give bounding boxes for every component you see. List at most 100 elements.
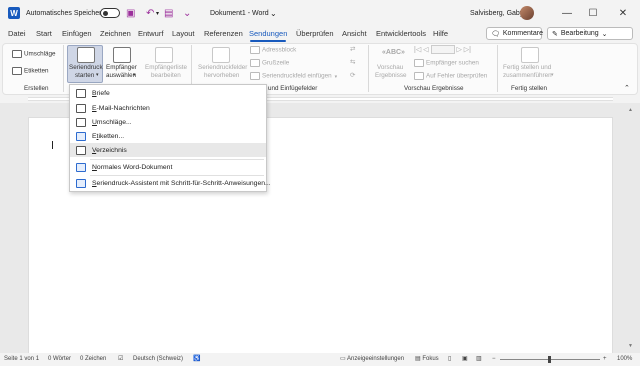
finish-merge-label-1[interactable]: Fertig stellen und (503, 64, 551, 71)
editing-mode-button[interactable]: ✎ Bearbeitung ⌄ (547, 27, 633, 40)
maximize-icon[interactable]: ☐ (580, 0, 606, 26)
group-vorschau: Vorschau Ergebnisse (404, 85, 464, 92)
envelopes-label: Umschläge (24, 50, 56, 58)
user-name[interactable]: Salvisberg, Gaby (470, 0, 523, 26)
tab-ueberpruefen[interactable]: Überprüfen (296, 26, 334, 42)
ribbon-tabs: Datei Start Einfügen Zeichnen Entwurf La… (0, 26, 640, 42)
address-block-icon (250, 46, 260, 54)
labels-button[interactable]: Etiketten (12, 67, 49, 75)
collapse-ribbon-icon[interactable]: ⌃ (624, 84, 630, 92)
avatar[interactable] (520, 0, 534, 26)
zoom-in-icon[interactable]: + (603, 353, 607, 366)
tab-datei[interactable]: Datei (8, 26, 26, 42)
comments-button[interactable]: 🗨 Kommentare (486, 27, 543, 40)
menu-item-umschlaege[interactable]: Umschläge... (70, 115, 266, 129)
menu-item-label: Normales Word-Dokument (92, 163, 173, 171)
select-recipients-icon (113, 47, 131, 63)
web-layout-icon[interactable]: ▥ (476, 353, 482, 366)
title-dropdown-icon[interactable]: ⌄ (270, 0, 277, 26)
previous-record-icon[interactable]: ◁ (423, 46, 428, 53)
title-bar: W Automatisches Speichern ▣ ↶ ▾ ▤ ⌄ Doku… (0, 0, 640, 26)
vertical-scrollbar[interactable]: ▲ ▼ (624, 103, 636, 353)
page-count[interactable]: Seite 1 von 1 (4, 353, 39, 366)
check-errors-button[interactable]: Auf Fehler überprüfen (414, 72, 487, 80)
chevron-down-icon: ▾ (96, 72, 99, 78)
char-count[interactable]: 0 Zeichen (80, 353, 106, 366)
update-labels-icon[interactable]: ⟳ (350, 72, 355, 79)
record-number-input[interactable] (430, 45, 455, 54)
language[interactable]: Deutsch (Schweiz) (133, 353, 183, 366)
save-icon[interactable]: ▣ (126, 0, 135, 26)
chevron-down-icon: ▾ (334, 73, 338, 80)
select-recipients-label-2[interactable]: auswählen (106, 72, 136, 79)
undo-dropdown-icon[interactable]: ▾ (156, 0, 159, 26)
mail-merge-icon (77, 47, 95, 63)
minimize-icon[interactable]: — (554, 0, 580, 26)
envelopes-button[interactable]: Umschläge (12, 50, 56, 58)
last-record-icon[interactable]: ▷| (464, 46, 471, 53)
greeting-line-label: Grußzeile (262, 59, 290, 67)
greeting-line-button[interactable]: Grußzeile (250, 59, 289, 67)
tab-layout[interactable]: Layout (172, 26, 195, 42)
menu-item-briefe[interactable]: Briefe (70, 86, 266, 100)
zoom-slider-thumb[interactable] (548, 356, 551, 363)
menu-item-wizard[interactable]: Seriendruck-Assistent mit Schritt-für-Sc… (70, 176, 271, 190)
group-fertigstellen: Fertig stellen (511, 85, 548, 92)
tab-hilfe[interactable]: Hilfe (433, 26, 448, 42)
chevron-down-icon: ▾ (551, 72, 554, 78)
edit-recipient-list-label-1[interactable]: Empfängerliste (145, 64, 187, 71)
next-record-icon[interactable]: ▷ (456, 46, 461, 53)
highlight-merge-fields-label-1[interactable]: Seriendruckfelder (198, 64, 247, 71)
rules-icon[interactable]: ⇄ (350, 46, 355, 53)
address-block-button[interactable]: Adressblock (250, 46, 296, 54)
read-mode-icon[interactable]: ▯ (448, 353, 451, 366)
focus-button[interactable]: ▤ Fokus (415, 353, 439, 366)
insert-merge-field-button[interactable]: Seriendruckfeld einfügen ▾ (250, 72, 337, 80)
menu-item-normal-document[interactable]: Normales Word-Dokument (70, 160, 266, 174)
print-layout-icon[interactable]: ▣ (462, 353, 468, 366)
find-recipient-label: Empfänger suchen (426, 59, 479, 67)
display-settings-icon: ▭ (340, 356, 346, 362)
proofing-icon[interactable]: ☑ (118, 353, 123, 366)
tab-entwurf[interactable]: Entwurf (138, 26, 163, 42)
edit-recipient-list-label-2[interactable]: bearbeiten (151, 72, 181, 79)
preview-results-label-2[interactable]: Ergebnisse (375, 72, 407, 79)
save-as-icon[interactable]: ▤ (164, 0, 173, 26)
customize-toolbar-icon[interactable]: ⌄ (183, 0, 191, 26)
display-settings-button[interactable]: ▭ Anzeigeeinstellungen (340, 353, 404, 366)
autosave-toggle[interactable] (100, 0, 120, 26)
tab-start[interactable]: Start (36, 26, 52, 42)
first-record-icon[interactable]: |◁ (414, 46, 421, 53)
document-title: Dokument1 (210, 9, 246, 17)
finish-merge-label-2[interactable]: zusammenführen (503, 72, 552, 79)
word-count[interactable]: 0 Wörter (48, 353, 71, 366)
find-recipient-button[interactable]: Empfänger suchen (414, 59, 479, 67)
close-icon[interactable]: ✕ (610, 0, 636, 26)
zoom-slider[interactable] (500, 353, 600, 366)
undo-icon[interactable]: ↶ (146, 0, 154, 26)
tab-referenzen[interactable]: Referenzen (204, 26, 243, 42)
menu-item-label: Seriendruck-Assistent mit Schritt-für-Sc… (92, 179, 271, 187)
pencil-icon: ✎ (552, 30, 558, 38)
chevron-down-icon: ⌄ (601, 30, 608, 38)
scroll-down-icon[interactable]: ▼ (628, 343, 633, 349)
zoom-level[interactable]: 100% (617, 353, 632, 366)
select-recipients-label-1[interactable]: Empfänger (106, 64, 137, 71)
preview-results-label-1[interactable]: Vorschau (377, 64, 403, 71)
menu-item-verzeichnis[interactable]: Verzeichnis (70, 143, 266, 157)
menu-item-email[interactable]: E-Mail-Nachrichten (70, 101, 266, 115)
match-fields-icon[interactable]: ⇆ (350, 59, 355, 66)
start-mail-merge-label-1: Seriendruck (69, 64, 103, 71)
highlight-merge-fields-label-2[interactable]: hervorheben (204, 72, 239, 79)
group-divider (63, 45, 64, 92)
menu-item-etiketten[interactable]: Etiketten... (70, 129, 266, 143)
tab-sendungen[interactable]: Sendungen (249, 26, 287, 42)
tab-ansicht[interactable]: Ansicht (342, 26, 367, 42)
tab-zeichnen[interactable]: Zeichnen (100, 26, 131, 42)
tab-einfuegen[interactable]: Einfügen (62, 26, 92, 42)
zoom-out-icon[interactable]: − (492, 353, 496, 366)
tab-entwicklertools[interactable]: Entwicklertools (376, 26, 426, 42)
scroll-up-icon[interactable]: ▲ (628, 107, 633, 113)
accessibility-icon[interactable]: ♿ (193, 353, 200, 366)
highlight-merge-fields-icon (212, 47, 230, 63)
